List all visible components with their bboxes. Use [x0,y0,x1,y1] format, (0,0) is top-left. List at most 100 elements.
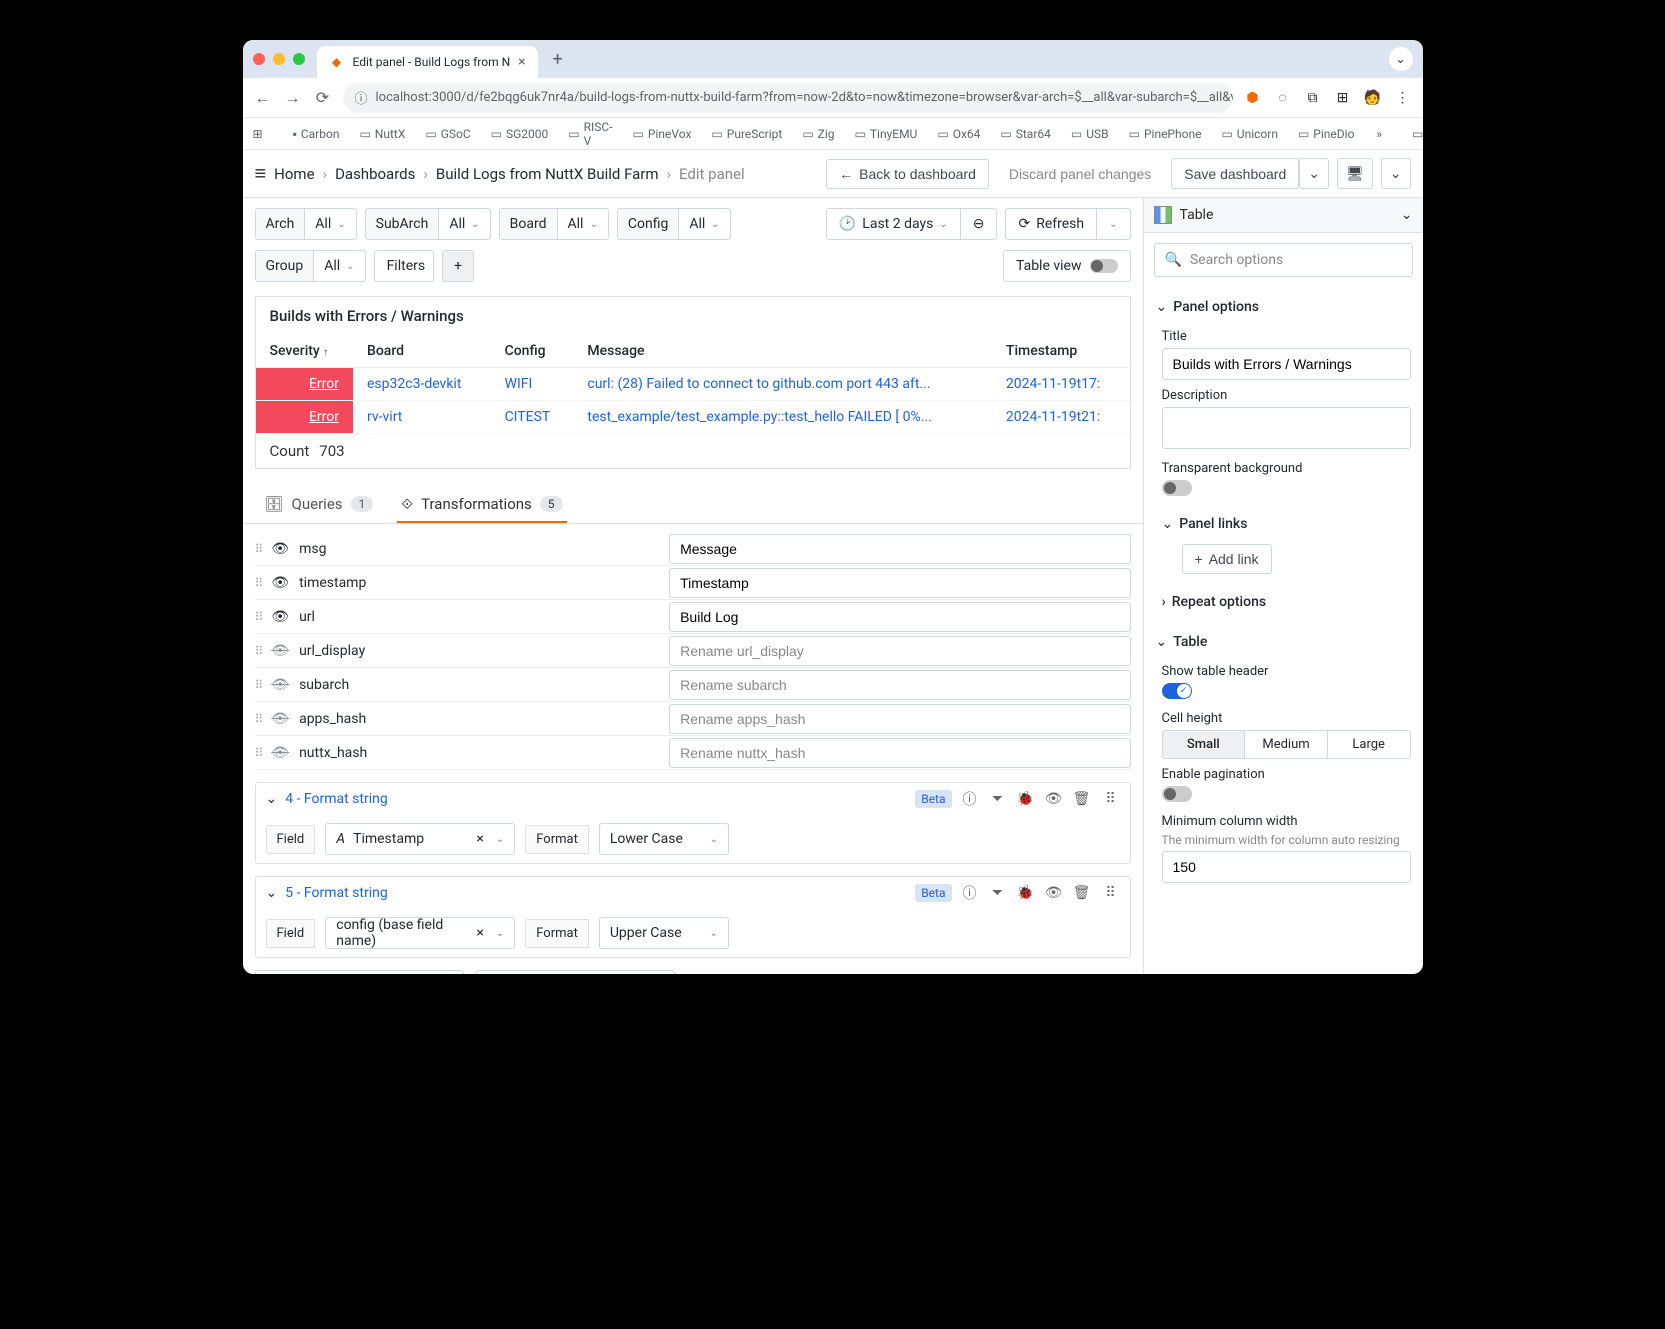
extension-icon[interactable]: ⊞ [1333,88,1353,108]
visibility-toggle[interactable]: 👁 [271,677,289,693]
zoom-out-button[interactable]: ⊖ [960,208,998,240]
filter-icon[interactable]: ⏷ [988,885,1008,901]
add-link-button[interactable]: + Add link [1182,544,1272,574]
subarch-filter[interactable]: SubArch All⌄ [365,208,491,240]
breadcrumb-home[interactable]: Home [274,165,314,183]
table-options-header[interactable]: ⌄ Table [1156,628,1411,656]
cell-height-segment[interactable]: Small Medium Large [1162,730,1411,759]
field-select[interactable]: config (base field name) ×⌄ [325,917,515,949]
window-minimize[interactable] [273,53,285,65]
bookmark-item[interactable]: ▭ GSoC [419,123,476,145]
board-filter[interactable]: Board All⌄ [499,208,609,240]
breadcrumb-dashboards[interactable]: Dashboards [335,165,415,183]
new-tab-button[interactable]: + [544,45,572,73]
drag-handle-icon[interactable]: ⠿ [255,644,262,658]
back-icon[interactable]: ← [253,88,273,108]
chevron-down-icon[interactable]: ⌄ [266,791,278,807]
refresh-interval-picker[interactable]: ⌄ [1096,208,1130,240]
menu-icon[interactable]: ≡ [255,161,267,186]
info-icon[interactable]: ⓘ [960,789,980,809]
add-transformation-button[interactable]: + Add another transformation [255,970,465,974]
debug-icon[interactable]: 🐞 [1016,791,1036,807]
bookmark-item[interactable]: ▭ NuttX [353,123,411,145]
transparent-toggle[interactable] [1162,480,1192,496]
visibility-icon[interactable]: 👁 [1044,791,1064,807]
reload-icon[interactable]: ⟳ [313,88,333,107]
extension-icon[interactable]: ⬢ [1243,88,1263,108]
bookmark-item[interactable]: ▭ PinePhone [1123,123,1208,145]
filter-icon[interactable]: ⏷ [988,791,1008,807]
tab-queries[interactable]: 🗄 Queries 1 [261,487,378,523]
rename-input[interactable] [669,534,1130,564]
bookmark-item[interactable]: ▭ PineVox [627,123,698,145]
col-message[interactable]: Message [573,335,992,368]
panel-links-header[interactable]: ⌄ Panel links [1162,510,1411,538]
info-icon[interactable]: ⓘ [960,883,980,903]
table-row[interactable]: Error esp32c3-devkit WIFI curl: (28) Fai… [256,368,1130,401]
bookmark-item[interactable]: ▭ Ox64 [931,123,986,145]
drag-handle-icon[interactable]: ⠿ [1100,885,1120,901]
breadcrumb-dashboard[interactable]: Build Logs from NuttX Build Farm [436,165,659,183]
visibility-toggle[interactable]: 👁 [271,575,289,591]
browser-tab[interactable]: ◆ Edit panel - Build Logs from N × [317,46,538,78]
format-select[interactable]: Upper Case⌄ [599,917,729,949]
debug-icon[interactable]: 🐞 [1016,885,1036,901]
visibility-toggle[interactable]: 👁 [271,541,289,557]
visibility-toggle[interactable]: 👁 [271,643,289,659]
min-width-input[interactable] [1162,851,1411,883]
rename-input[interactable] [669,602,1130,632]
bookmark-item[interactable]: ▭ Unicorn [1215,123,1284,145]
drag-handle-icon[interactable]: ⠿ [255,576,262,590]
pagination-toggle[interactable] [1162,786,1192,802]
col-timestamp[interactable]: Timestamp [992,335,1130,368]
bookmark-item[interactable]: ▪ Carbon [287,123,346,145]
back-to-dashboard-button[interactable]: ← Back to dashboard [826,159,989,189]
save-dashboard-button[interactable]: Save dashboard [1171,158,1299,189]
bookmark-item[interactable]: ▭ Star64 [994,123,1056,145]
col-board[interactable]: Board [353,335,491,368]
rename-input[interactable] [669,670,1130,700]
bookmark-item[interactable]: ▭ PureScript [705,123,788,145]
table-view-toggle[interactable]: Table view [1003,250,1131,282]
filters-button[interactable]: Filters [374,250,435,282]
tab-close-icon[interactable]: × [518,54,525,70]
repeat-options-header[interactable]: › Repeat options [1162,588,1411,616]
panel-description-input[interactable] [1162,407,1411,449]
format-select[interactable]: Lower Case⌄ [599,823,729,855]
delete-icon[interactable]: 🗑 [1072,791,1092,807]
visibility-toggle[interactable]: 👁 [271,711,289,727]
bookmark-item[interactable]: ▭ Zig [796,123,840,145]
col-severity[interactable]: Severity ↑ [256,335,354,368]
panel-options-header[interactable]: ⌄ Panel options [1156,293,1411,321]
rename-input[interactable] [669,568,1130,598]
forward-icon[interactable]: → [283,88,303,108]
site-info-icon[interactable]: ⓘ [355,88,368,107]
extensions-icon[interactable]: ⧉ [1303,88,1323,108]
profile-avatar[interactable]: 🧑 [1363,88,1383,108]
visibility-toggle[interactable]: 👁 [271,609,289,625]
bookmark-item[interactable]: ▭ SG2000 [485,123,555,145]
arch-filter[interactable]: Arch All⌄ [255,208,357,240]
tab-transformations[interactable]: ⟐ Transformations 5 [397,487,566,523]
field-select[interactable]: A Timestamp ×⌄ [325,823,515,855]
save-dashboard-menu[interactable]: ⌄ [1299,158,1329,189]
panel-title-input[interactable] [1162,348,1411,380]
refresh-button[interactable]: ⟳ Refresh [1005,208,1097,240]
col-config[interactable]: Config [491,335,574,368]
url-input[interactable]: ⓘ localhost:3000/d/fe2bqg6uk7nr4a/build-… [343,83,1233,113]
drag-handle-icon[interactable]: ⠿ [255,746,262,760]
rename-input[interactable] [669,636,1130,666]
monitor-icon[interactable]: 🖥 [1337,158,1373,189]
apps-icon[interactable]: ⊞ [253,127,263,141]
show-header-toggle[interactable] [1162,683,1192,699]
bookmark-overflow[interactable]: » [1376,127,1382,141]
delete-transformations-button[interactable]: × Delete all transformations [476,970,675,974]
bookmark-item[interactable]: ▭ PineDio [1292,123,1360,145]
drag-handle-icon[interactable]: ⠿ [255,712,262,726]
drag-handle-icon[interactable]: ⠿ [255,610,262,624]
browser-menu-icon[interactable]: ⋮ [1393,88,1413,108]
all-bookmarks[interactable]: ▭ All Bookmarks [1406,116,1422,152]
config-filter[interactable]: Config All⌄ [617,208,731,240]
window-maximize[interactable] [293,53,305,65]
panel-expand-icon[interactable]: ⌄ [1381,158,1411,189]
